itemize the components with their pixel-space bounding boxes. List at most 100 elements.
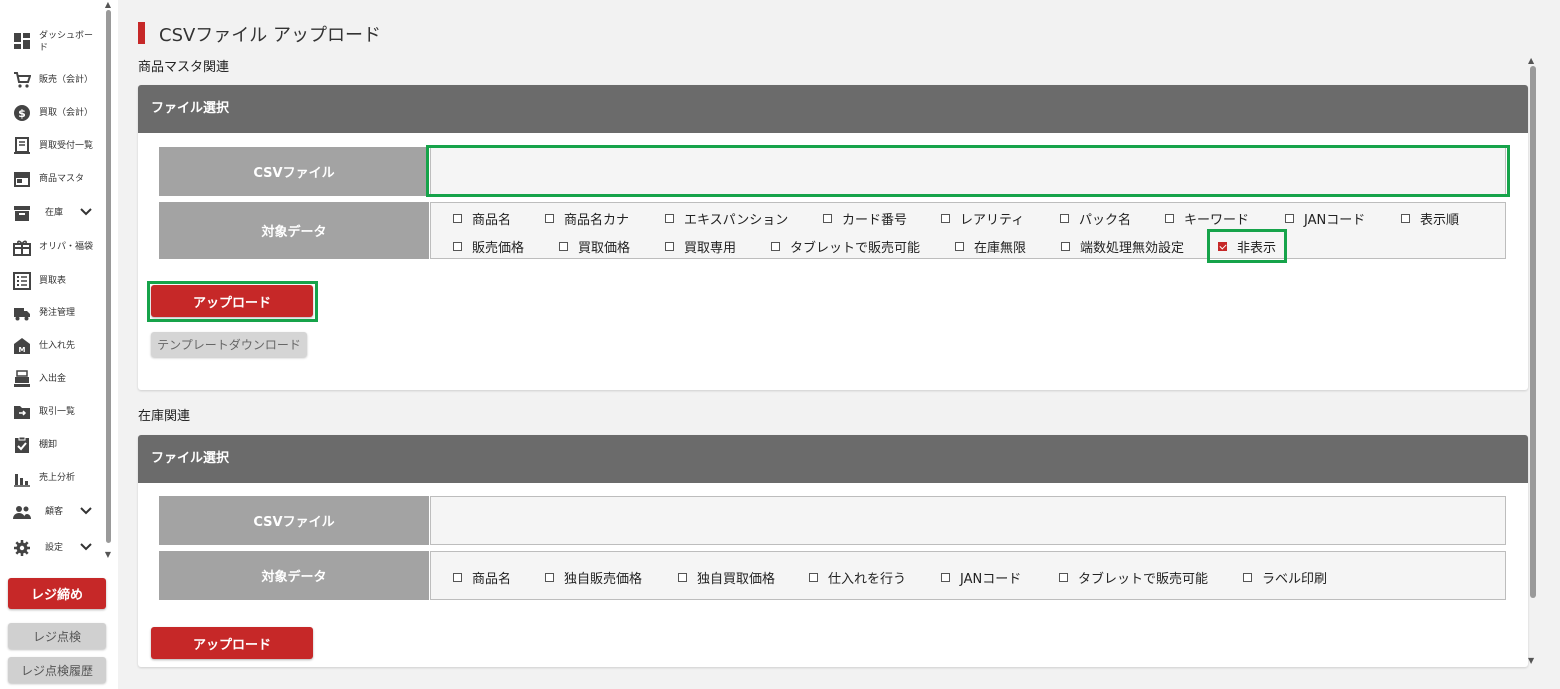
checkbox[interactable] bbox=[665, 214, 674, 223]
target-data-label: 対象データ bbox=[159, 551, 429, 600]
option-custom-purchase-price[interactable]: 独自買取価格 bbox=[678, 568, 775, 587]
sidebar-item-transactions[interactable]: 取引一覧 bbox=[0, 399, 104, 425]
sidebar-item-order-management[interactable]: 発注管理 bbox=[0, 300, 104, 326]
option-expansion[interactable]: エキスパンション bbox=[665, 209, 788, 228]
option-product-name[interactable]: 商品名 bbox=[453, 568, 511, 587]
sidebar-item-stocktaking[interactable]: 棚卸 bbox=[0, 432, 104, 458]
sidebar-item-purchase[interactable]: $ 買取（会計） bbox=[0, 100, 104, 126]
chevron-down-icon[interactable] bbox=[80, 542, 92, 554]
sidebar-item-dashboard[interactable]: ダッシュボード bbox=[0, 27, 104, 55]
checkbox[interactable] bbox=[941, 573, 950, 582]
sidebar-scroll-up-arrow[interactable]: ▲ bbox=[104, 0, 112, 10]
bar-chart-icon bbox=[12, 468, 32, 488]
gear-icon bbox=[12, 538, 32, 558]
sidebar-item-purchase-reception[interactable]: 買取受付一覧 bbox=[0, 133, 104, 159]
checkbox[interactable] bbox=[771, 242, 780, 251]
option-tablet-sellable[interactable]: タブレットで販売可能 bbox=[771, 237, 920, 256]
sidebar-scrollbar[interactable] bbox=[106, 10, 111, 543]
list-icon bbox=[12, 271, 32, 291]
checkbox[interactable] bbox=[941, 214, 950, 223]
checkbox[interactable] bbox=[1165, 214, 1174, 223]
chevron-down-icon[interactable] bbox=[80, 506, 92, 518]
checkbox[interactable] bbox=[1243, 573, 1252, 582]
close-register-button[interactable]: レジ締め bbox=[8, 578, 106, 609]
sidebar-item-label: 売上分析 bbox=[39, 473, 76, 483]
card-header: ファイル選択 bbox=[138, 435, 1528, 483]
option-hidden[interactable]: 非表示 bbox=[1218, 237, 1276, 256]
main-scroll-up-arrow[interactable]: ▲ bbox=[1528, 56, 1534, 65]
option-card-number[interactable]: カード番号 bbox=[823, 209, 907, 228]
checkbox[interactable] bbox=[453, 214, 462, 223]
option-rarity[interactable]: レアリティ bbox=[941, 209, 1024, 228]
dollar-icon: $ bbox=[12, 103, 32, 123]
option-rounding-disabled[interactable]: 端数処理無効設定 bbox=[1061, 237, 1184, 256]
sidebar: ▲ ▼ ダッシュボード 販売（会計） $ 買取（会計） 買取受付一覧 商品マスタ… bbox=[0, 0, 118, 689]
sidebar-item-settings[interactable]: 設定 bbox=[0, 535, 104, 561]
folder-arrow-icon bbox=[12, 402, 32, 422]
sidebar-item-suppliers[interactable]: M 仕入れ先 bbox=[0, 333, 104, 359]
csv-file-input[interactable] bbox=[430, 147, 1506, 196]
option-product-name-kana[interactable]: 商品名カナ bbox=[545, 209, 629, 228]
target-data-options: 商品名 商品名カナ エキスパンション カード番号 レアリティ パック名 キーワー… bbox=[430, 202, 1506, 259]
register-check-history-button[interactable]: レジ点検履歴 bbox=[8, 657, 106, 683]
chevron-down-icon[interactable] bbox=[80, 207, 92, 219]
receipt-icon bbox=[12, 136, 32, 156]
checkbox[interactable] bbox=[1061, 242, 1070, 251]
checkbox[interactable] bbox=[1285, 214, 1294, 223]
sidebar-item-inventory[interactable]: 在庫 bbox=[0, 200, 104, 226]
upload-button[interactable]: アップロード bbox=[151, 627, 313, 659]
csv-file-label: CSVファイル bbox=[159, 147, 429, 196]
option-label-print[interactable]: ラベル印刷 bbox=[1243, 568, 1327, 587]
checkbox[interactable] bbox=[678, 573, 687, 582]
option-sale-price[interactable]: 販売価格 bbox=[453, 237, 524, 256]
sidebar-item-purchase-table[interactable]: 買取表 bbox=[0, 268, 104, 294]
checkbox[interactable] bbox=[809, 573, 818, 582]
sidebar-item-sales-analysis[interactable]: 売上分析 bbox=[0, 465, 104, 491]
main-scroll-down-arrow[interactable]: ▼ bbox=[1528, 656, 1534, 665]
checkbox[interactable] bbox=[665, 242, 674, 251]
template-download-button[interactable]: テンプレートダウンロード bbox=[151, 332, 307, 357]
option-pack-name[interactable]: パック名 bbox=[1060, 209, 1131, 228]
checkbox[interactable] bbox=[1059, 573, 1068, 582]
option-jan-code[interactable]: JANコード bbox=[1285, 209, 1365, 228]
option-purchase-only[interactable]: 買取専用 bbox=[665, 237, 736, 256]
sidebar-item-label: 取引一覧 bbox=[39, 407, 76, 417]
sidebar-item-label: 棚卸 bbox=[39, 440, 58, 450]
checkbox-checked[interactable] bbox=[1218, 242, 1227, 251]
sidebar-item-lucky-bag[interactable]: オリパ・福袋 bbox=[0, 234, 104, 260]
option-display-order[interactable]: 表示順 bbox=[1401, 209, 1459, 228]
checkbox[interactable] bbox=[453, 242, 462, 251]
checkbox[interactable] bbox=[453, 573, 462, 582]
option-do-purchasing[interactable]: 仕入れを行う bbox=[809, 568, 906, 587]
option-infinite-stock[interactable]: 在庫無限 bbox=[955, 237, 1026, 256]
sidebar-scroll-down-arrow[interactable]: ▼ bbox=[104, 550, 112, 560]
main-scrollbar[interactable] bbox=[1530, 66, 1536, 598]
sidebar-item-sales[interactable]: 販売（会計） bbox=[0, 67, 104, 93]
option-tablet-sellable[interactable]: タブレットで販売可能 bbox=[1059, 568, 1208, 587]
checkbox[interactable] bbox=[545, 214, 554, 223]
sidebar-item-cash-in-out[interactable]: 入出金 bbox=[0, 366, 104, 392]
checkbox[interactable] bbox=[559, 242, 568, 251]
option-jan-code[interactable]: JANコード bbox=[941, 568, 1021, 587]
sidebar-item-label: 発注管理 bbox=[39, 308, 76, 318]
csv-file-input[interactable] bbox=[430, 496, 1506, 545]
register-icon bbox=[12, 369, 32, 389]
option-custom-sale-price[interactable]: 独自販売価格 bbox=[545, 568, 642, 587]
upload-button[interactable]: アップロード bbox=[151, 285, 313, 317]
checkbox[interactable] bbox=[955, 242, 964, 251]
sidebar-item-label: 販売（会計） bbox=[39, 75, 94, 85]
option-keyword[interactable]: キーワード bbox=[1165, 209, 1249, 228]
sidebar-item-label: 在庫 bbox=[45, 208, 64, 218]
sidebar-item-customers[interactable]: 顧客 bbox=[0, 499, 104, 525]
clipboard-check-icon bbox=[12, 435, 32, 455]
checkbox[interactable] bbox=[823, 214, 832, 223]
sidebar-item-product-master[interactable]: 商品マスタ bbox=[0, 166, 104, 192]
option-purchase-price[interactable]: 買取価格 bbox=[559, 237, 630, 256]
checkbox[interactable] bbox=[1060, 214, 1069, 223]
sidebar-item-label: 仕入れ先 bbox=[39, 341, 76, 351]
checkbox[interactable] bbox=[545, 573, 554, 582]
main-content: CSVファイル アップロード 商品マスタ関連 ファイル選択 CSVファイル 対象… bbox=[118, 0, 1560, 689]
register-check-button[interactable]: レジ点検 bbox=[8, 623, 106, 649]
checkbox[interactable] bbox=[1401, 214, 1410, 223]
option-product-name[interactable]: 商品名 bbox=[453, 209, 511, 228]
